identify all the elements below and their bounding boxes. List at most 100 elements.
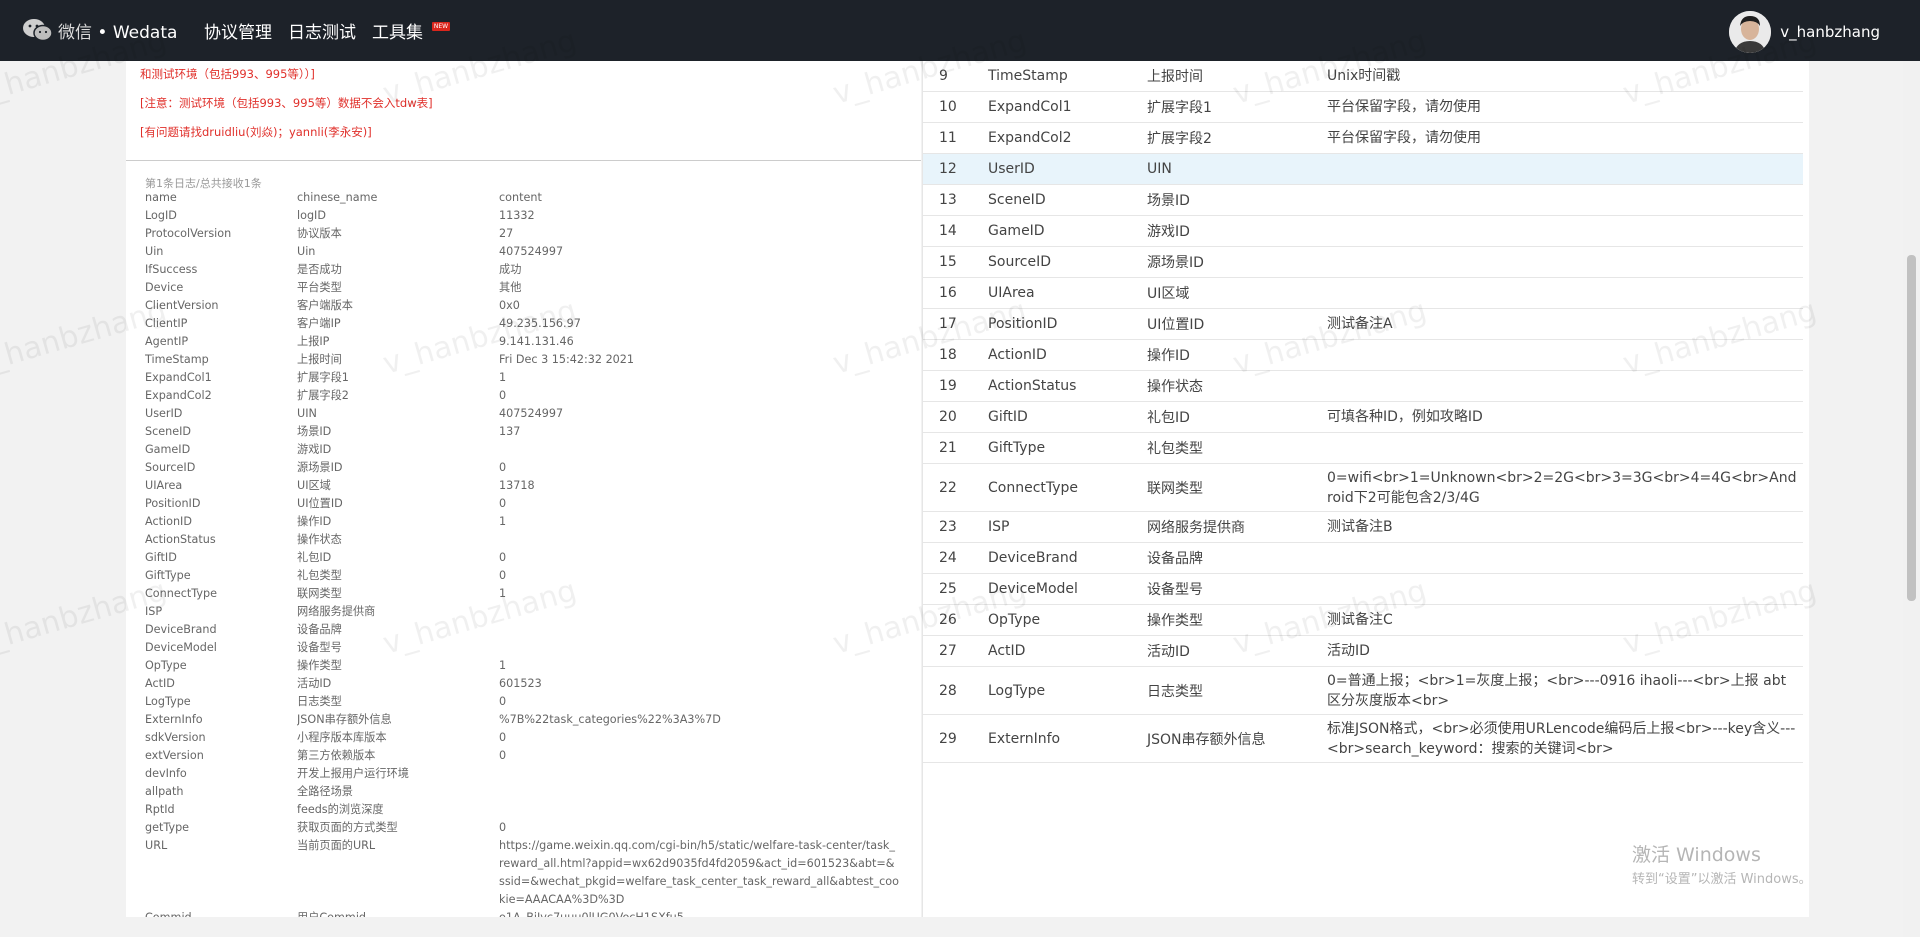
field-table-row[interactable]: 23 ISP 网络服务提供商 测试备注B <box>923 512 1803 543</box>
log-cell-name: ClientIP <box>145 317 188 330</box>
divider <box>126 160 921 161</box>
field-cell-idx: 21 <box>939 440 957 456</box>
brand[interactable]: 微信 • Wedata <box>22 17 177 43</box>
field-table-row[interactable]: 24 DeviceBrand 设备品牌 <box>923 543 1803 574</box>
field-table-row[interactable]: 22 ConnectType 联网类型 0=wifi<br>1=Unknown<br>… <box>923 464 1803 512</box>
nav-log-test[interactable]: 日志测试 <box>288 18 356 43</box>
log-table-row: ActID 活动ID 601523 <box>145 675 905 693</box>
log-cell-name: TimeStamp <box>145 353 209 366</box>
field-table-row[interactable]: 16 UIArea UI区域 <box>923 278 1803 309</box>
log-table-row: Uin Uin 407524997 <box>145 243 905 261</box>
field-cell-fname: UserID <box>988 161 1035 177</box>
log-cell-name: GameID <box>145 443 191 456</box>
field-cell-desc: 测试备注B <box>1327 519 1393 535</box>
log-cell-chinese-name: 扩展字段1 <box>297 371 349 384</box>
field-table-row[interactable]: 26 OpType 操作类型 测试备注C <box>923 605 1803 636</box>
log-table-row: RptId feeds的浏览深度 <box>145 801 905 819</box>
log-cell-content: 27 <box>499 227 514 240</box>
log-cell-name: allpath <box>145 785 184 798</box>
top-navbar: 微信 • Wedata 协议管理 日志测试 工具集 NEW v_hanbzhan… <box>0 0 1920 61</box>
field-cell-desc: 可填各种ID，例如攻略ID <box>1327 409 1483 425</box>
field-table-row[interactable]: 25 DeviceModel 设备型号 <box>923 574 1803 605</box>
log-cell-chinese-name: 上报IP <box>297 335 330 348</box>
log-cell-name: ExpandCol2 <box>145 389 212 402</box>
field-table-row[interactable]: 13 SceneID 场景ID <box>923 185 1803 216</box>
log-cell-content: 1 <box>499 515 507 528</box>
field-cell-idx: 29 <box>939 730 957 747</box>
log-cell-chinese-name: chinese_name <box>297 191 378 204</box>
field-cell-idx: 15 <box>939 254 957 270</box>
field-cell-fname: PositionID <box>988 316 1058 332</box>
log-cell-chinese-name: 第三方依赖版本 <box>297 749 376 762</box>
field-table-row[interactable]: 20 GiftID 礼包ID 可填各种ID，例如攻略ID <box>923 402 1803 433</box>
nav-protocol-management[interactable]: 协议管理 <box>204 18 272 43</box>
nav-toolset[interactable]: 工具集 <box>372 18 423 43</box>
field-cell-idx: 9 <box>939 68 948 84</box>
field-table-row[interactable]: 14 GameID 游戏ID <box>923 216 1803 247</box>
log-cell-name: sdkVersion <box>145 731 206 744</box>
log-cell-name: DeviceBrand <box>145 623 217 636</box>
log-cell-content <box>499 765 905 783</box>
log-table-row: sdkVersion 小程序版本库版本 0 <box>145 729 905 747</box>
log-cell-name: ClientVersion <box>145 299 219 312</box>
field-table-row[interactable]: 18 ActionID 操作ID <box>923 340 1803 371</box>
field-table-row[interactable]: 29 ExternInfo JSON串存额外信息 标准JSON格式，<br>必须使用U… <box>923 715 1803 763</box>
log-cell-chinese-name: 开发上报用户运行环境 <box>297 767 409 780</box>
log-cell-content <box>499 801 905 819</box>
field-cell-cname: 礼包ID <box>1147 410 1190 426</box>
field-cell-fname: ExpandCol2 <box>988 130 1072 146</box>
log-cell-chinese-name: feeds的浏览深度 <box>297 803 384 816</box>
field-table-row[interactable]: 21 GiftType 礼包类型 <box>923 433 1803 464</box>
log-cell-name: LogType <box>145 695 191 708</box>
field-table-row[interactable]: 15 SourceID 源场景ID <box>923 247 1803 278</box>
log-cell-chinese-name: 联网类型 <box>297 587 342 600</box>
field-table-row[interactable]: 11 ExpandCol2 扩展字段2 平台保留字段，请勿使用 <box>923 123 1803 154</box>
log-cell-content: 0 <box>499 731 507 744</box>
log-cell-content: 1 <box>499 371 507 384</box>
field-cell-fname: OpType <box>988 612 1041 628</box>
log-cell-content: 1 <box>499 659 507 672</box>
log-cell-content: 407524997 <box>499 245 564 258</box>
log-cell-name: getType <box>145 821 190 834</box>
log-cell-content: 成功 <box>499 263 522 276</box>
field-cell-desc: Unix时间戳 <box>1327 68 1401 84</box>
log-table-row: ExternInfo JSON串存额外信息 %7B%22task_categorie… <box>145 711 905 729</box>
field-cell-idx: 13 <box>939 192 957 208</box>
log-cell-name: URL <box>145 839 168 852</box>
notice-text: 和测试环境（包括993、995等））] <box>140 67 315 81</box>
log-cell-content: Fri Dec 3 15:42:32 2021 <box>499 353 635 366</box>
field-table-row[interactable]: 28 LogType 日志类型 0=普通上报；<br>1=灰度上报；<br>---09… <box>923 667 1803 715</box>
log-cell-name: GiftType <box>145 569 191 582</box>
field-cell-cname: JSON串存额外信息 <box>1147 731 1266 748</box>
log-table-row: GiftType 礼包类型 0 <box>145 567 905 585</box>
page-scrollbar[interactable] <box>1903 61 1920 937</box>
log-table-row: SourceID 源场景ID 0 <box>145 459 905 477</box>
field-cell-desc: 0=wifi<br>1=Unknown<br>2=2G<br>3=3G<br>4… <box>1327 469 1797 506</box>
field-table-row[interactable]: 19 ActionStatus 操作状态 <box>923 371 1803 402</box>
username: v_hanbzhang <box>1780 23 1880 41</box>
log-cell-content: 0 <box>499 749 507 762</box>
scrollbar-thumb[interactable] <box>1907 255 1916 601</box>
field-cell-cname: 扩展字段2 <box>1147 131 1212 147</box>
activate-windows-subtitle: 转到“设置”以激活 Windows。 <box>1632 872 1812 887</box>
log-cell-content: 9.141.131.46 <box>499 335 574 348</box>
field-table-row[interactable]: 27 ActID 活动ID 活动ID <box>923 636 1803 667</box>
log-cell-name: ActID <box>145 677 175 690</box>
field-cell-cname: 网络服务提供商 <box>1147 520 1245 536</box>
log-cell-name: ISP <box>145 605 163 618</box>
log-cell-name: ExpandCol1 <box>145 371 212 384</box>
field-table-row[interactable]: 17 PositionID UI位置ID 测试备注A <box>923 309 1803 340</box>
field-table-row[interactable]: 9 TimeStamp 上报时间 Unix时间戳 <box>923 61 1803 92</box>
log-table-row: ExpandCol1 扩展字段1 1 <box>145 369 905 387</box>
field-cell-idx: 11 <box>939 130 957 146</box>
log-cell-content: 49.235.156.97 <box>499 317 581 330</box>
field-cell-idx: 18 <box>939 347 957 363</box>
log-cell-name: ExternInfo <box>145 713 203 726</box>
log-table-row: ActionStatus 操作状态 <box>145 531 905 549</box>
field-table-row[interactable]: 12 UserID UIN <box>923 154 1803 185</box>
user-menu[interactable]: v_hanbzhang <box>1729 11 1880 53</box>
log-table-row: ExpandCol2 扩展字段2 0 <box>145 387 905 405</box>
field-table-row[interactable]: 10 ExpandCol1 扩展字段1 平台保留字段，请勿使用 <box>923 92 1803 123</box>
log-cell-name: OpType <box>145 659 187 672</box>
log-cell-chinese-name: JSON串存额外信息 <box>297 713 392 726</box>
